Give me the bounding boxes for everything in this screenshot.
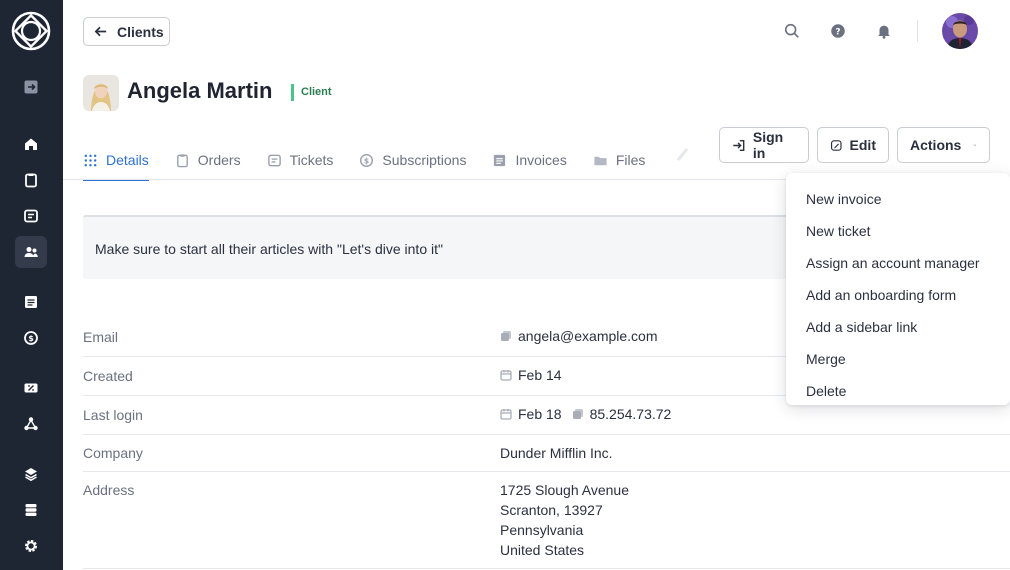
menu-item-merge[interactable]: Merge xyxy=(786,343,1010,375)
clients-icon[interactable] xyxy=(15,236,47,268)
header-divider xyxy=(917,20,918,42)
svg-text:$: $ xyxy=(364,156,369,165)
email-text[interactable]: angela@example.com xyxy=(518,328,658,344)
tab-label: Files xyxy=(615,152,646,168)
email-value: angela@example.com xyxy=(500,328,658,344)
address-value: 1725 Slough Avenue Scranton, 13927 Penns… xyxy=(500,480,629,560)
user-avatar[interactable] xyxy=(942,13,978,49)
pencil-icon xyxy=(830,139,842,151)
sidebar: $ xyxy=(0,0,63,570)
back-to-clients-button[interactable]: Clients xyxy=(83,17,170,46)
created-value: Feb 14 xyxy=(500,367,562,383)
collapse-sidebar-icon[interactable] xyxy=(15,71,47,103)
calendar-icon xyxy=(500,409,512,420)
address-label: Address xyxy=(83,482,135,498)
detail-row-company: Company Dunder Mifflin Inc. xyxy=(83,435,1010,472)
back-button-label: Clients xyxy=(117,23,164,40)
home-icon[interactable] xyxy=(15,128,47,160)
menu-item-delete[interactable]: Delete xyxy=(786,375,1010,407)
help-icon[interactable]: ? xyxy=(828,21,848,41)
grid-icon xyxy=(84,154,97,166)
tab-invoices[interactable]: Invoices xyxy=(492,140,567,180)
tab-label: Tickets xyxy=(289,152,334,168)
tab-files[interactable]: Files xyxy=(593,140,646,180)
menu-item-assign-account-manager[interactable]: Assign an account manager xyxy=(786,247,1010,279)
client-status-badge: Client xyxy=(291,84,332,101)
coupons-icon[interactable] xyxy=(15,372,47,404)
email-label: Email xyxy=(83,329,119,345)
tab-subscriptions[interactable]: $ Subscriptions xyxy=(359,140,466,180)
tab-orders[interactable]: Orders xyxy=(175,140,241,180)
tab-label: Invoices xyxy=(515,152,567,168)
sign-in-icon xyxy=(733,139,745,151)
created-text: Feb 14 xyxy=(518,367,562,383)
tab-label: Orders xyxy=(197,152,241,168)
clipboard-icon xyxy=(176,153,188,167)
chevron-down-icon xyxy=(973,144,977,146)
svg-text:$: $ xyxy=(28,334,34,343)
menu-item-new-invoice[interactable]: New invoice xyxy=(786,183,1010,215)
integrations-icon[interactable] xyxy=(15,408,47,440)
actions-label: Actions xyxy=(910,137,962,153)
company-value: Dunder Mifflin Inc. xyxy=(500,445,613,461)
invoices-icon[interactable] xyxy=(15,286,47,318)
arrow-left-icon xyxy=(94,26,107,37)
svg-text:?: ? xyxy=(835,28,840,38)
last-login-date: Feb 18 xyxy=(518,406,562,422)
sign-in-button[interactable]: Sign in xyxy=(719,127,809,163)
search-icon[interactable] xyxy=(782,21,802,41)
folder-icon xyxy=(594,156,607,165)
app-logo-icon[interactable] xyxy=(11,11,51,51)
client-name-title: Angela Martin xyxy=(127,78,273,103)
last-login-label: Last login xyxy=(83,407,143,423)
dollar-cycle-icon: $ xyxy=(360,153,374,167)
menu-item-add-onboarding-form[interactable]: Add an onboarding form xyxy=(786,279,1010,311)
tab-overflow-fade-icon xyxy=(676,146,690,162)
address-line: 1725 Slough Avenue xyxy=(500,482,629,498)
menu-item-add-sidebar-link[interactable]: Add a sidebar link xyxy=(786,311,1010,343)
actions-dropdown-menu: New invoice New ticket Assign an account… xyxy=(786,173,1010,405)
invoice-icon xyxy=(494,154,506,166)
tab-details[interactable]: Details xyxy=(83,140,149,181)
menu-item-new-ticket[interactable]: New ticket xyxy=(786,215,1010,247)
address-line: Scranton, 13927 xyxy=(500,502,603,518)
calendar-icon xyxy=(500,370,512,381)
copy-icon[interactable] xyxy=(572,408,584,420)
client-note: Make sure to start all their articles wi… xyxy=(83,215,813,279)
database-icon[interactable] xyxy=(15,494,47,526)
tab-tickets[interactable]: Tickets xyxy=(267,140,334,180)
tab-label: Subscriptions xyxy=(382,152,467,168)
subscriptions-icon[interactable]: $ xyxy=(15,322,47,354)
orders-icon[interactable] xyxy=(15,164,47,196)
address-line: United States xyxy=(500,542,585,558)
edit-button[interactable]: Edit xyxy=(817,127,889,163)
copy-icon[interactable] xyxy=(500,330,512,342)
created-label: Created xyxy=(83,368,133,384)
actions-dropdown-button[interactable]: Actions xyxy=(897,127,990,163)
address-line: Pennsylvania xyxy=(500,522,584,538)
settings-gear-icon[interactable] xyxy=(15,530,47,562)
detail-row-address: Address 1725 Slough Avenue Scranton, 139… xyxy=(83,472,1010,569)
notifications-bell-icon[interactable] xyxy=(874,21,894,41)
client-avatar xyxy=(83,75,119,111)
sign-in-label: Sign in xyxy=(752,129,784,161)
last-login-ip[interactable]: 85.254.73.72 xyxy=(590,406,672,422)
last-login-value: Feb 18 85.254.73.72 xyxy=(500,406,671,422)
tickets-icon[interactable] xyxy=(15,200,47,232)
layers-icon[interactable] xyxy=(15,458,47,490)
edit-label: Edit xyxy=(849,137,876,153)
client-tabs: Details Orders Tickets $ Subscriptions I… xyxy=(83,140,671,181)
ticket-icon xyxy=(267,154,281,166)
tab-label: Details xyxy=(106,152,149,168)
company-label: Company xyxy=(83,445,143,461)
